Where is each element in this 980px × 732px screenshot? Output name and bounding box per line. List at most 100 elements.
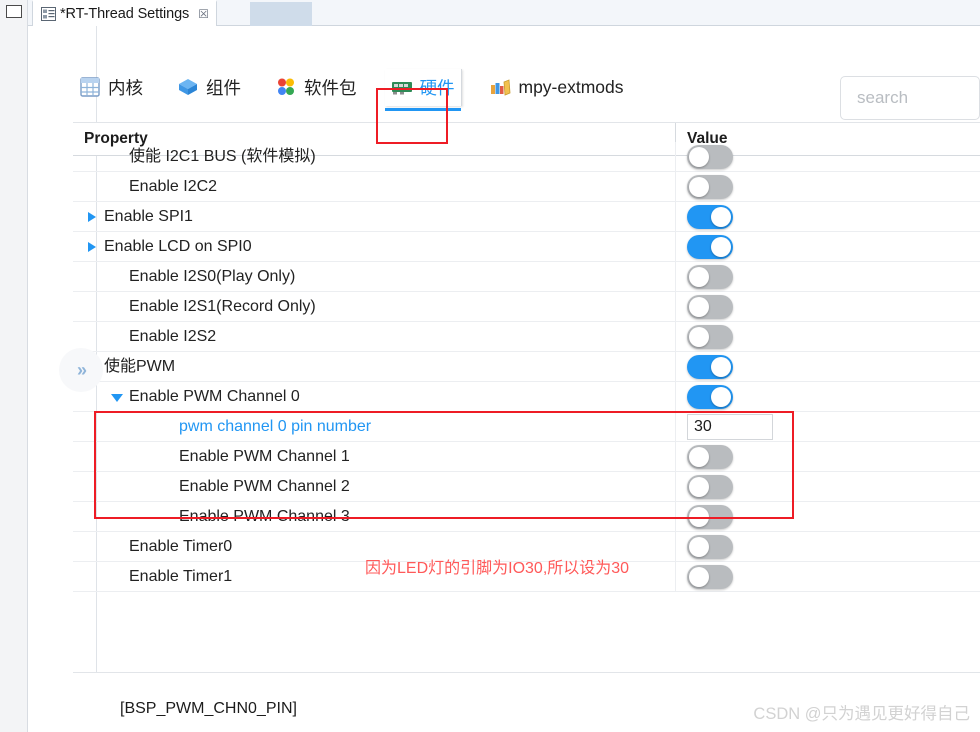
table-row[interactable]: Enable PWM Channel 2 — [73, 471, 980, 502]
triangle-collapsed-icon[interactable] — [84, 239, 100, 255]
table-row[interactable]: Enable I2S1(Record Only) — [73, 291, 980, 322]
packages-quadrant-icon — [275, 77, 297, 97]
settings-content: 内核 组件 软件包 硬件 mpy-extmods search Property… — [28, 26, 980, 732]
cell-property: Enable I2S0(Play Only) — [73, 262, 675, 292]
restore-panel-button[interactable]: » — [59, 348, 103, 392]
toggle-switch[interactable] — [687, 204, 733, 229]
toggle-knob — [711, 206, 731, 227]
toggle-knob — [689, 326, 709, 347]
property-label: Enable Timer1 — [129, 567, 233, 585]
toggle-switch[interactable] — [687, 384, 733, 409]
triangle-collapsed-icon[interactable] — [84, 209, 100, 225]
cell-property: pwm channel 0 pin number — [73, 412, 675, 442]
cell-value — [675, 471, 980, 502]
toggle-switch[interactable] — [687, 234, 733, 259]
nav-item-packages[interactable]: 软件包 — [269, 69, 363, 106]
property-label: pwm channel 0 pin number — [179, 417, 372, 435]
cell-property: 使能PWM — [73, 352, 675, 382]
nav-item-label: 组件 — [206, 77, 241, 98]
chevron-double-right-icon: » — [76, 359, 87, 380]
cell-property: Enable PWM Channel 3 — [73, 502, 675, 532]
table-row[interactable]: Enable I2S2 — [73, 321, 980, 352]
toggle-switch[interactable] — [687, 294, 733, 319]
toggle-switch[interactable] — [687, 444, 733, 469]
toggle-switch[interactable] — [687, 564, 733, 589]
annotation-note-pwm: 因为LED灯的引脚为IO30,所以设为30 — [365, 560, 630, 577]
toggle-knob — [689, 146, 709, 167]
tab-rt-thread-settings[interactable]: *RT-Thread Settings ☒ — [32, 0, 217, 26]
cell-value — [675, 201, 980, 232]
watermark: CSDN @只为遇见更好得自己 — [753, 705, 970, 723]
nav-item-mpy-extmods[interactable]: mpy-extmods — [484, 71, 630, 104]
toggle-switch[interactable] — [687, 354, 733, 379]
toggle-knob — [689, 476, 709, 497]
table-row[interactable]: Enable PWM Channel 0 — [73, 381, 980, 412]
cell-property: Enable SPI1 — [73, 202, 675, 232]
cell-value — [675, 291, 980, 322]
cell-value — [675, 501, 980, 532]
nav-item-hardware[interactable]: 硬件 — [384, 68, 462, 111]
toggle-switch[interactable] — [687, 264, 733, 289]
left-rail — [0, 0, 28, 732]
cell-property: 使能 I2C1 BUS (软件模拟) — [73, 142, 675, 172]
property-label: Enable PWM Channel 2 — [179, 477, 350, 495]
search-input[interactable] — [855, 87, 965, 109]
property-label: Enable LCD on SPI0 — [104, 237, 252, 255]
cell-value — [675, 171, 980, 202]
property-label: 使能 I2C1 BUS (软件模拟) — [129, 147, 316, 165]
tab-placeholder[interactable] — [250, 2, 312, 26]
cell-value — [675, 321, 980, 352]
table-row[interactable]: Enable PWM Channel 1 — [73, 441, 980, 472]
cell-value — [675, 441, 980, 472]
tab-title: *RT-Thread Settings — [60, 6, 190, 22]
property-label: Enable PWM Channel 1 — [179, 447, 350, 465]
cell-value — [675, 231, 980, 262]
toggle-switch[interactable] — [687, 504, 733, 529]
nav-item-kernel[interactable]: 内核 — [73, 69, 149, 106]
nav-item-label: mpy-extmods — [518, 76, 624, 97]
table-row[interactable]: Enable SPI1 — [73, 201, 980, 232]
table-row[interactable]: Enable LCD on SPI0 — [73, 231, 980, 262]
cell-property: Enable PWM Channel 0 — [73, 382, 675, 412]
table-row[interactable]: Enable I2C2 — [73, 171, 980, 202]
components-box-icon — [177, 77, 199, 97]
cell-property: Enable I2C2 — [73, 172, 675, 202]
toggle-switch[interactable] — [687, 474, 733, 499]
property-label: Enable I2C2 — [129, 177, 218, 195]
toggle-switch[interactable] — [687, 534, 733, 559]
nav-item-label: 软件包 — [304, 77, 357, 98]
cell-value — [675, 531, 980, 562]
toggle-switch[interactable] — [687, 174, 733, 199]
toggle-knob — [689, 176, 709, 197]
nav-item-components[interactable]: 组件 — [171, 69, 247, 106]
cell-property: Enable I2S2 — [73, 322, 675, 352]
table-row[interactable]: Enable I2S0(Play Only) — [73, 261, 980, 292]
search-box[interactable] — [840, 76, 980, 120]
footer-divider — [73, 672, 980, 673]
value-input[interactable] — [687, 413, 773, 440]
table-row[interactable]: Enable PWM Channel 3 — [73, 501, 980, 532]
toggle-knob — [689, 296, 709, 317]
settings-list-icon — [41, 7, 56, 21]
property-label: 使能PWM — [104, 357, 176, 375]
cell-value — [675, 261, 980, 292]
category-navbar: 内核 组件 软件包 硬件 mpy-extmods search — [28, 56, 980, 120]
category-list: 内核 组件 软件包 硬件 mpy-extmods — [73, 64, 630, 111]
property-label: Enable I2S2 — [129, 327, 217, 345]
nav-item-label: 内核 — [108, 77, 143, 98]
table-row[interactable]: 使能 I2C1 BUS (软件模拟) — [73, 141, 980, 172]
close-icon[interactable]: ☒ — [198, 8, 209, 20]
toggle-switch[interactable] — [687, 144, 733, 169]
minimize-icon[interactable] — [6, 5, 22, 18]
toggle-switch[interactable] — [687, 324, 733, 349]
rt-thread-settings-window: *RT-Thread Settings ☒ 内核 组件 软件包 硬件 mpy-e… — [0, 0, 980, 732]
table-row[interactable]: pwm channel 0 pin number — [73, 411, 980, 442]
table-row[interactable]: 使能PWM — [73, 351, 980, 382]
property-label: Enable I2S1(Record Only) — [129, 297, 316, 315]
toggle-knob — [711, 356, 731, 377]
toggle-knob — [711, 236, 731, 257]
property-label: Enable Timer0 — [129, 537, 233, 555]
triangle-expanded-icon[interactable] — [109, 389, 125, 405]
cell-property: Enable LCD on SPI0 — [73, 232, 675, 262]
property-label: Enable PWM Channel 0 — [129, 387, 300, 405]
